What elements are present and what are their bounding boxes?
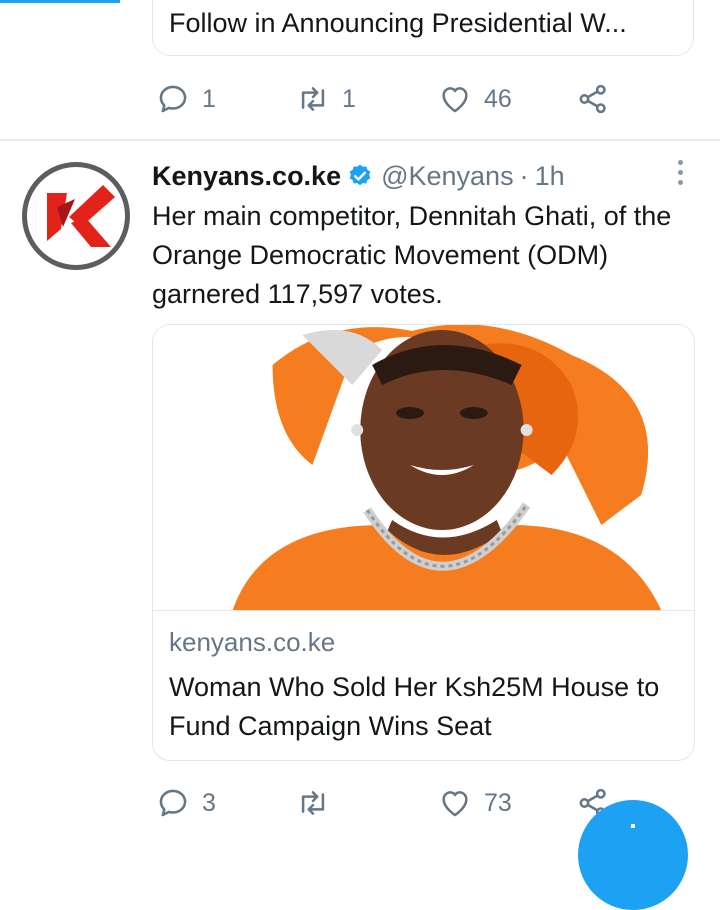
- more-options-icon[interactable]: [672, 160, 688, 190]
- tweet-header: Kenyans.co.ke @Kenyans · 1h: [152, 157, 565, 195]
- compose-tweet-button[interactable]: [578, 800, 688, 910]
- reply-button[interactable]: 3: [156, 783, 216, 823]
- card-image: [153, 325, 694, 611]
- retweet-count: 1: [342, 84, 356, 113]
- header-separator: ·: [519, 160, 529, 191]
- user-handle[interactable]: @Kenyans: [381, 161, 513, 192]
- tweet-timestamp[interactable]: 1h: [535, 161, 565, 192]
- reply-button[interactable]: 1: [156, 79, 216, 119]
- tweet-divider: [0, 139, 720, 141]
- verified-badge-icon: [349, 164, 371, 186]
- card-domain: kenyans.co.ke: [169, 627, 336, 657]
- reply-count: 1: [202, 84, 216, 113]
- retweet-button[interactable]: [296, 783, 342, 823]
- tweet-actions: 3 73: [156, 783, 626, 823]
- kenyans-logo: [47, 185, 115, 247]
- like-count: 73: [484, 788, 512, 817]
- reply-icon: [159, 85, 187, 113]
- like-button[interactable]: 73: [438, 783, 512, 823]
- previous-link-card[interactable]: Follow in Announcing Presidential W...: [152, 0, 694, 56]
- like-count: 46: [484, 84, 512, 113]
- tab-indicator: [0, 0, 120, 3]
- previous-card-title: Follow in Announcing Presidential W...: [169, 8, 627, 38]
- tweet-text: Her main competitor, Dennitah Ghati, of …: [152, 201, 672, 309]
- retweet-icon: [301, 87, 325, 111]
- link-card[interactable]: kenyans.co.ke Woman Who Sold Her Ksh25M …: [152, 324, 695, 761]
- retweet-icon: [301, 791, 325, 815]
- reply-count: 3: [202, 788, 216, 817]
- compose-icon: [631, 824, 635, 828]
- card-title: Woman Who Sold Her Ksh25M House to Fund …: [169, 672, 660, 741]
- heart-icon: [442, 791, 468, 817]
- heart-icon: [442, 87, 468, 113]
- display-name[interactable]: Kenyans.co.ke: [152, 161, 341, 192]
- reply-icon: [159, 789, 187, 817]
- share-icon: [579, 84, 606, 114]
- retweet-button[interactable]: 1: [296, 79, 356, 119]
- avatar[interactable]: [22, 162, 130, 270]
- like-button[interactable]: 46: [438, 79, 512, 119]
- previous-tweet-actions: 1 1 46: [156, 79, 626, 119]
- share-button[interactable]: [576, 79, 610, 119]
